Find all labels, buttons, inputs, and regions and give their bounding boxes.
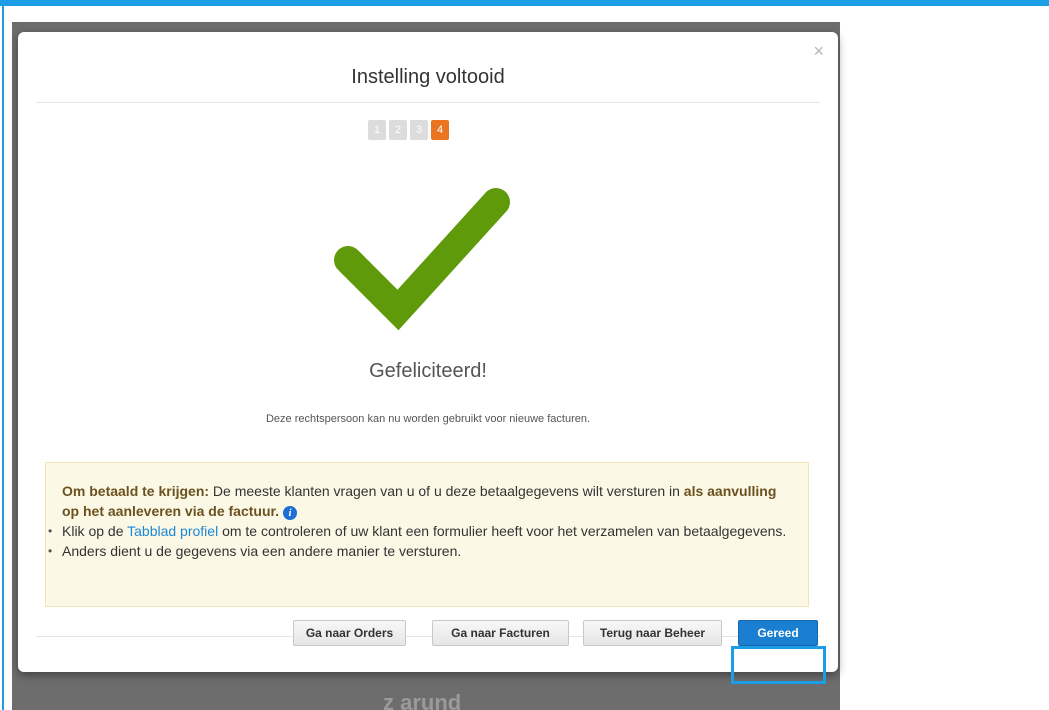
go-to-orders-button[interactable]: Ga naar Orders [293,620,406,646]
step-3: 3 [410,120,428,140]
step-4-active: 4 [431,120,449,140]
step-1: 1 [368,120,386,140]
dialog-title: Instelling voltooid [351,66,505,88]
info-lead: Om betaald te krijgen: De meeste klanten… [62,481,794,521]
close-icon[interactable]: × [813,42,824,60]
list-item: Anders dient u de gegevens via een ander… [48,541,794,561]
step-indicator: 1 2 3 4 [368,120,449,140]
success-message: Deze rechtspersoon kan nu worden gebruik… [265,413,591,425]
bullet-2-text: Anders dient u de gegevens via een ander… [62,543,462,559]
go-to-invoices-button[interactable]: Ga naar Facturen [432,620,569,646]
congrats-heading: Gefeliciteerd! [369,360,487,382]
backdrop-text: z arund [383,690,462,710]
info-list: Klik op de Tabblad profiel om te control… [48,521,794,561]
profile-tab-link[interactable]: Tabblad profiel [127,523,218,539]
payment-info-alert: Om betaald te krijgen: De meeste klanten… [45,462,809,607]
page: z arund × Instelling voltooid 1 2 3 4 Ge… [0,0,1049,710]
setup-complete-dialog: × Instelling voltooid 1 2 3 4 Gefelicite… [18,32,838,672]
title-divider [36,102,820,103]
bullet-1-suffix: om te controleren of uw klant een formul… [218,523,787,539]
done-button-highlight [731,646,826,684]
step-2: 2 [389,120,407,140]
list-item: Klik op de Tabblad profiel om te control… [48,521,794,541]
done-button[interactable]: Gereed [738,620,818,646]
bullet-1-prefix: Klik op de [62,523,128,539]
back-to-admin-button[interactable]: Terug naar Beheer [583,620,722,646]
info-lead-text: De meeste klanten vragen van u of u deze… [209,483,684,499]
checkmark-icon [334,188,510,331]
info-icon[interactable]: i [282,506,297,520]
info-lead-bold: Om betaald te krijgen: [62,483,210,499]
